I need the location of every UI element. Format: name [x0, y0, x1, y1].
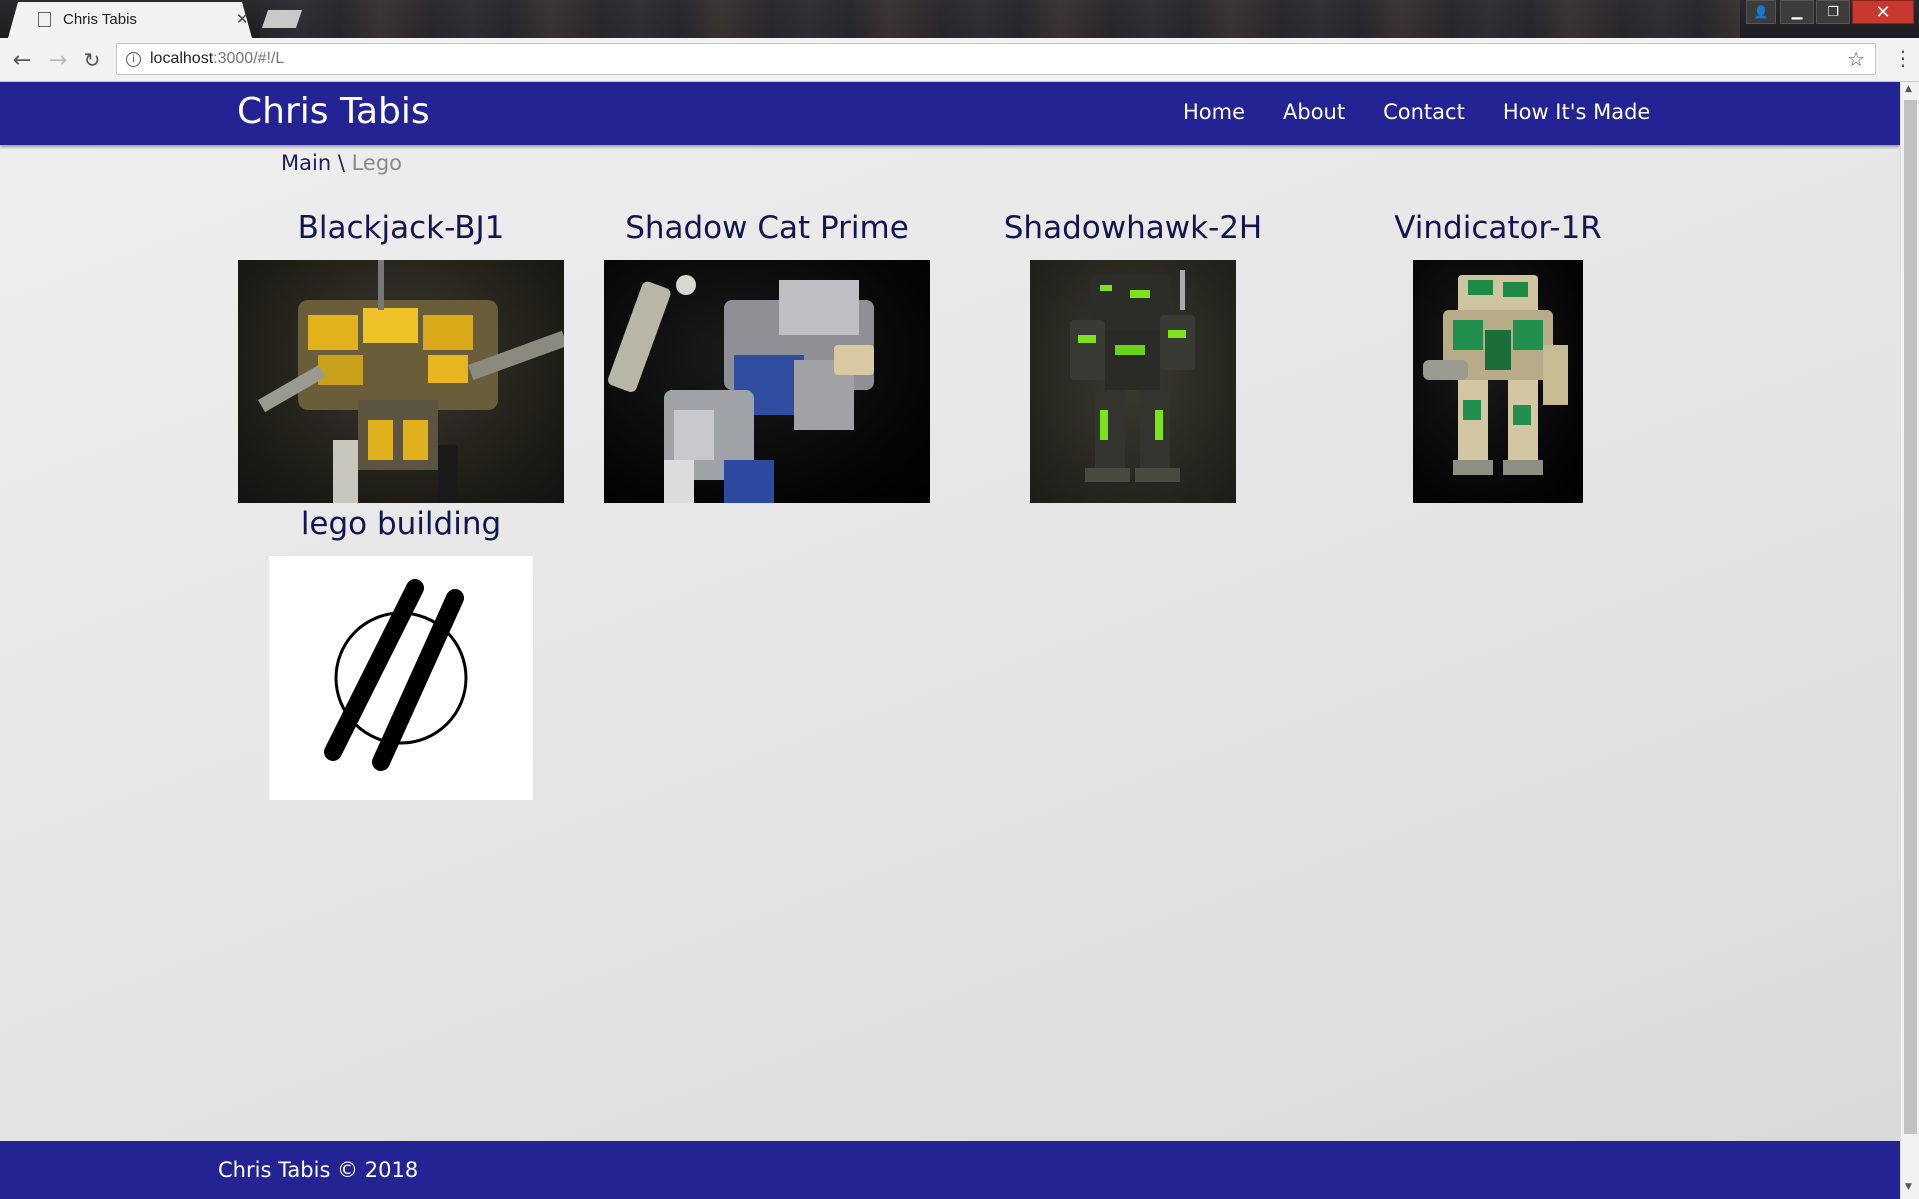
- white-blue-mech-image[interactable]: [604, 260, 930, 503]
- close-tab-icon[interactable]: ✕: [236, 10, 249, 28]
- gallery-card-shadowhawk[interactable]: Shadowhawk-2H: [1003, 210, 1263, 504]
- close-window-button[interactable]: ✕: [1852, 0, 1914, 24]
- card-title[interactable]: Shadow Cat Prime: [604, 210, 930, 246]
- gallery-card-shadow-cat-prime[interactable]: Shadow Cat Prime: [604, 210, 930, 504]
- page-icon: [38, 12, 51, 27]
- url-text[interactable]: localhost:3000/#!/L: [150, 50, 284, 68]
- browser-titlebar: Chris Tabis ✕ 👤 ▁ ❐ ✕: [0, 0, 1919, 38]
- browser-tab[interactable]: Chris Tabis ✕: [8, 2, 252, 38]
- tab-title: Chris Tabis: [63, 11, 137, 28]
- gallery-card-vindicator[interactable]: Vindicator-1R: [1383, 210, 1613, 504]
- bookmark-star-icon[interactable]: ☆: [1847, 47, 1865, 71]
- green-mech-image[interactable]: [1030, 260, 1236, 503]
- scrollbar-thumb[interactable]: [1904, 100, 1917, 1134]
- browser-menu-icon[interactable]: ⋮: [1893, 46, 1913, 70]
- browser-toolbar: ← → ↻ i localhost:3000/#!/L ☆ ⋮: [0, 38, 1919, 82]
- url-path: :3000/#!/L: [213, 50, 285, 67]
- nav-home[interactable]: Home: [1183, 100, 1245, 124]
- card-title[interactable]: Shadowhawk-2H: [1003, 210, 1263, 246]
- card-title[interactable]: Blackjack-BJ1: [238, 210, 564, 246]
- nav-how-its-made[interactable]: How It's Made: [1503, 100, 1651, 124]
- reload-icon[interactable]: ↻: [78, 46, 106, 74]
- slashed-circle-logo-icon[interactable]: [269, 556, 533, 800]
- card-title[interactable]: lego building: [268, 506, 534, 542]
- forward-arrow-icon[interactable]: →: [44, 46, 72, 74]
- restore-button[interactable]: ❐: [1816, 0, 1850, 24]
- breadcrumb-main-link[interactable]: Main: [281, 151, 331, 175]
- site-footer: Chris Tabis © 2018: [0, 1141, 1900, 1199]
- address-bar[interactable]: i localhost:3000/#!/L ☆: [116, 43, 1876, 75]
- info-icon[interactable]: i: [126, 52, 141, 67]
- footer-copyright: Chris Tabis © 2018: [218, 1158, 419, 1182]
- site-header: Chris Tabis Home About Contact How It's …: [0, 82, 1900, 145]
- page-viewport: Chris Tabis Home About Contact How It's …: [0, 82, 1900, 1199]
- user-profile-icon[interactable]: 👤: [1746, 0, 1776, 24]
- gallery-card-lego-building[interactable]: lego building: [268, 506, 534, 800]
- site-title[interactable]: Chris Tabis: [237, 91, 430, 132]
- breadcrumb-current: Lego: [351, 151, 403, 175]
- back-arrow-icon[interactable]: ←: [8, 46, 36, 74]
- vertical-scrollbar[interactable]: ▲ ▼: [1900, 82, 1919, 1199]
- breadcrumb: Main \ Lego: [281, 151, 402, 175]
- new-tab-button[interactable]: [262, 10, 302, 28]
- titlebar-background: [260, 0, 1740, 38]
- breadcrumb-separator: \: [337, 151, 345, 175]
- site-nav: Home About Contact How It's Made: [1183, 100, 1650, 124]
- url-host: localhost: [150, 50, 214, 67]
- gallery-card-blackjack[interactable]: Blackjack-BJ1: [238, 210, 564, 504]
- card-title[interactable]: Vindicator-1R: [1383, 210, 1613, 246]
- yellow-mech-image[interactable]: [238, 260, 564, 503]
- scroll-up-arrow-icon[interactable]: ▲: [1905, 84, 1912, 94]
- scroll-down-arrow-icon[interactable]: ▼: [1905, 1182, 1912, 1192]
- green-tan-mech-image[interactable]: [1413, 260, 1583, 503]
- nav-contact[interactable]: Contact: [1383, 100, 1465, 124]
- nav-about[interactable]: About: [1283, 100, 1345, 124]
- minimize-button[interactable]: ▁: [1780, 0, 1814, 24]
